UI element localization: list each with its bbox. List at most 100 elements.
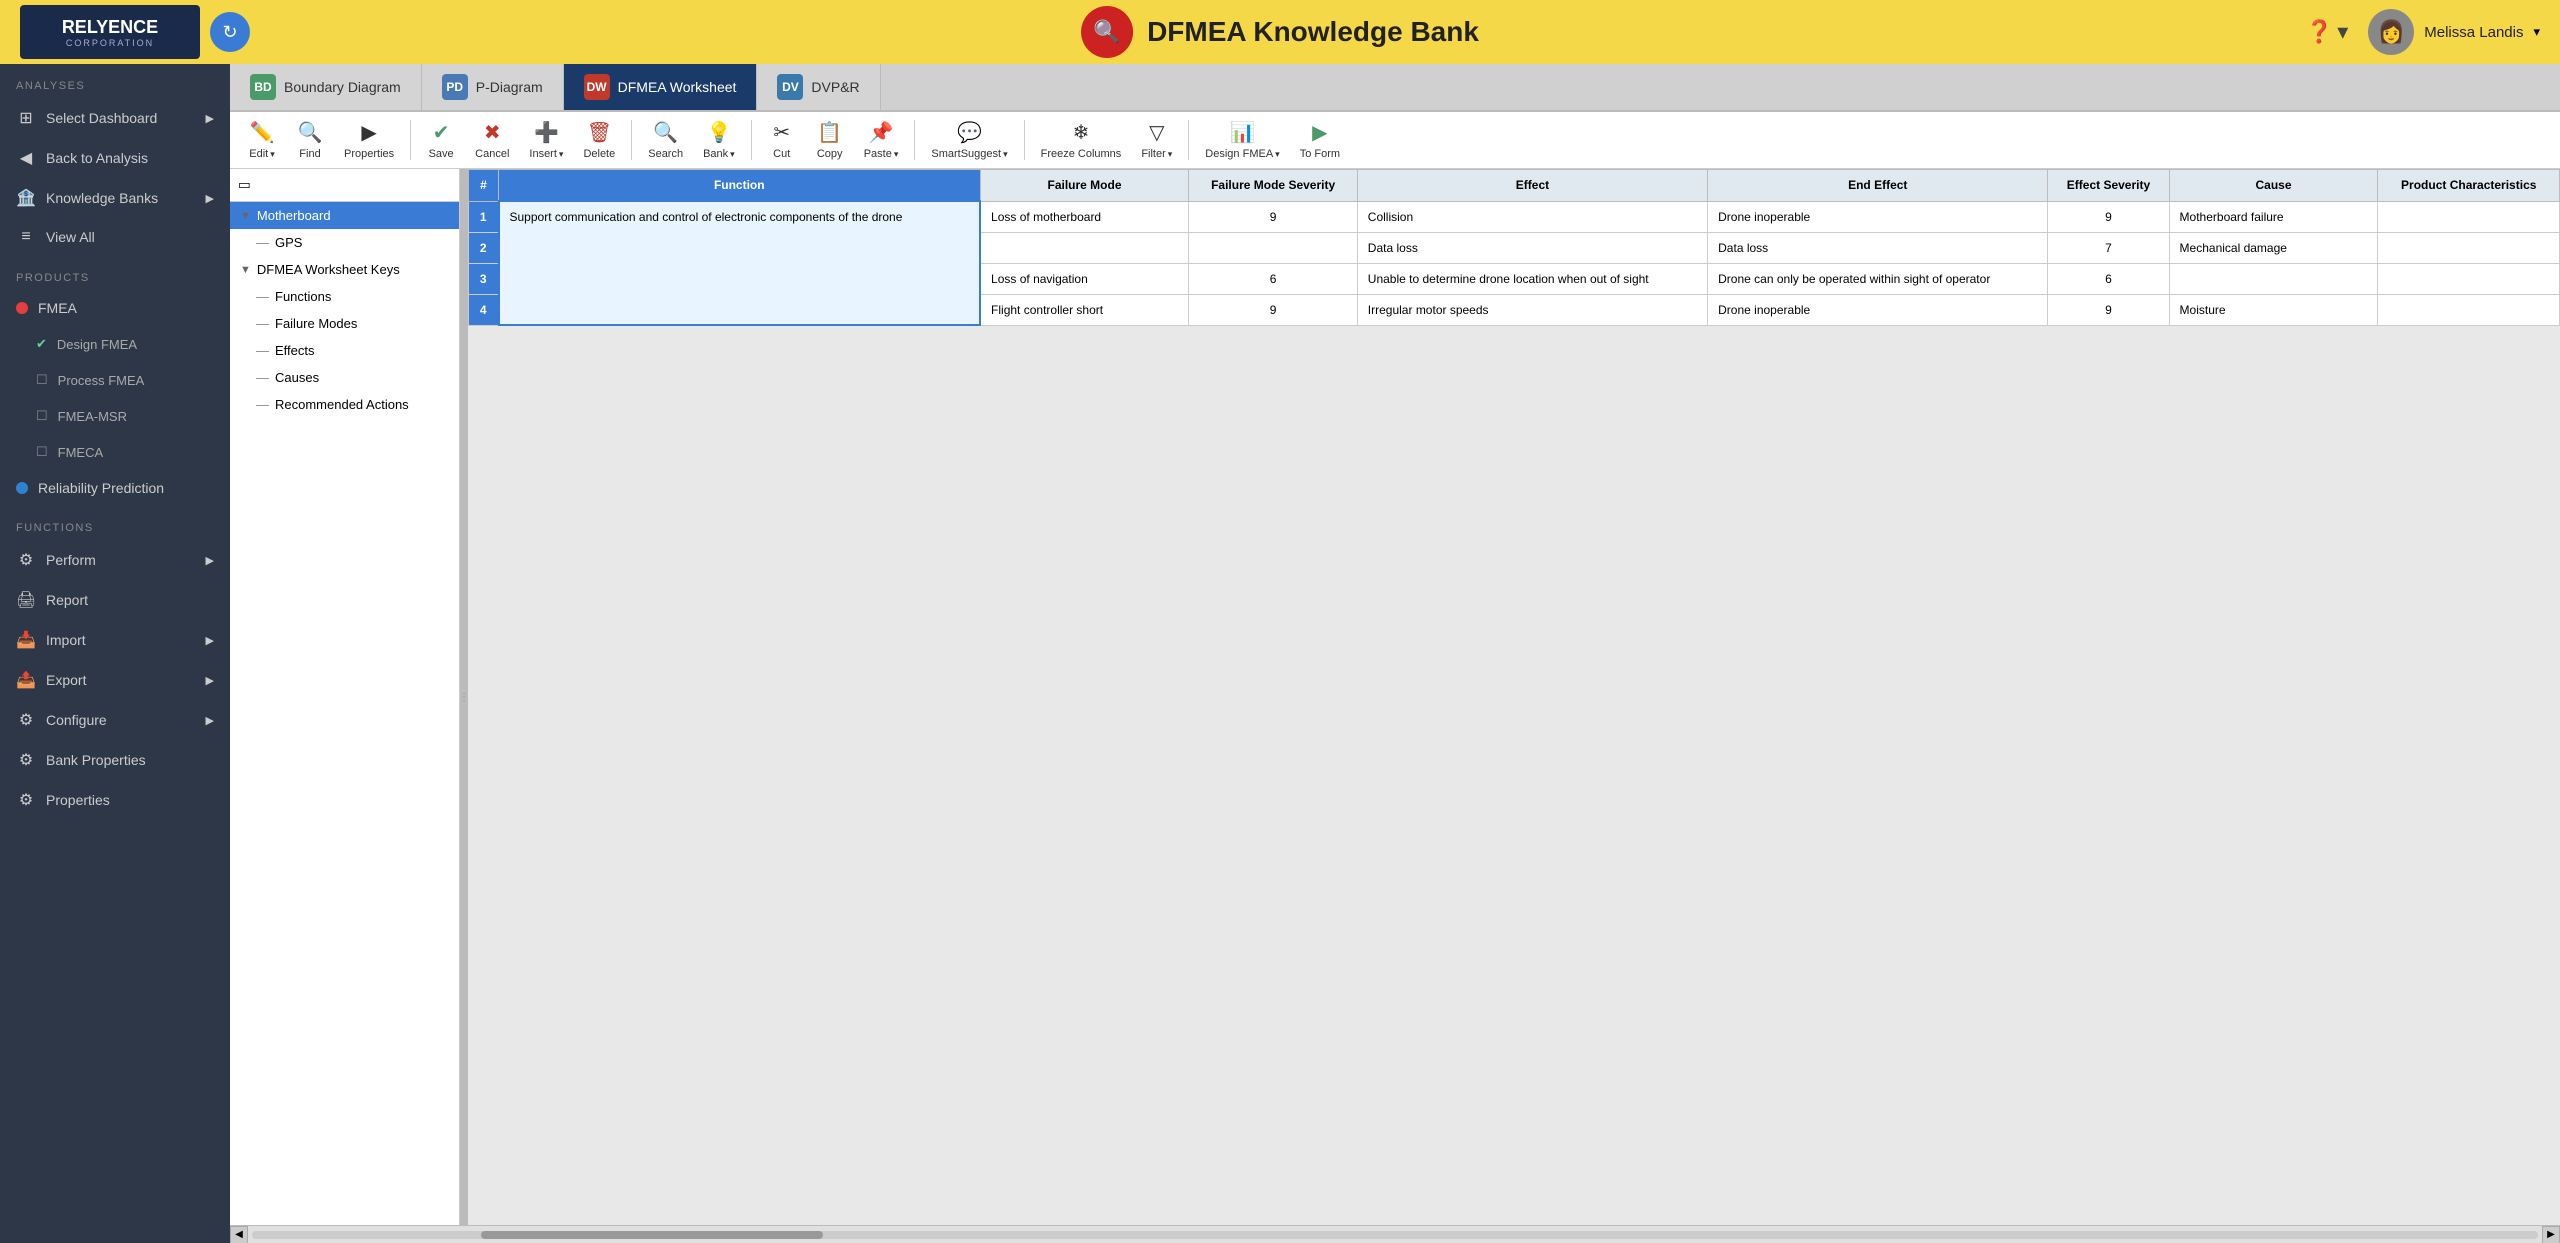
recommended-actions-dash: — — [256, 397, 269, 412]
sidebar-item-reliability-prediction[interactable]: Reliability Prediction — [0, 470, 230, 506]
help-button[interactable]: ❓ ▾ — [2306, 19, 2348, 45]
filter-button[interactable]: ▽ Filter ▾ — [1133, 116, 1180, 164]
tab-p-diagram[interactable]: PD P-Diagram — [422, 64, 564, 110]
row-4-product-char[interactable] — [2378, 294, 2560, 325]
save-icon: ✔ — [433, 120, 450, 145]
save-button[interactable]: ✔ Save — [419, 116, 463, 164]
row-1-end-effect[interactable]: Drone inoperable — [1708, 201, 2048, 232]
nav-back-button[interactable]: ↻ — [210, 12, 250, 52]
row-3-fm-severity[interactable]: 6 — [1189, 263, 1357, 294]
row-1-fm-severity[interactable]: 9 — [1189, 201, 1357, 232]
row-3-cause[interactable] — [2169, 263, 2378, 294]
sidebar-item-bank-properties[interactable]: ⚙ Bank Properties — [0, 740, 230, 780]
insert-label: Insert — [529, 148, 557, 160]
user-area[interactable]: 👩 Melissa Landis ▾ — [2368, 9, 2540, 55]
row-1-cause[interactable]: Motherboard failure — [2169, 201, 2378, 232]
tree-item-dfmea-keys[interactable]: ▼ DFMEA Worksheet Keys — [230, 256, 459, 283]
row-3-product-char[interactable] — [2378, 263, 2560, 294]
tab-dfmea-worksheet[interactable]: DW DFMEA Worksheet — [564, 64, 758, 110]
tree-resize-handle[interactable]: ⋮ — [460, 169, 468, 1225]
smart-suggest-button[interactable]: 💬 SmartSuggest ▾ — [923, 116, 1015, 164]
row-2-effect-severity[interactable]: 7 — [2048, 232, 2169, 263]
cut-button[interactable]: ✂ Cut — [760, 116, 804, 164]
find-button[interactable]: 🔍 Find — [288, 116, 332, 164]
scrollbar-thumb-h[interactable] — [481, 1231, 824, 1239]
paste-button[interactable]: 📌 Paste ▾ — [856, 116, 907, 164]
scroll-right-button[interactable]: ▶ — [2542, 1226, 2560, 1243]
sidebar-item-process-fmea[interactable]: ☐ Process FMEA — [0, 362, 230, 398]
sidebar-item-view-all[interactable]: ≡ View All — [0, 218, 230, 256]
sidebar-item-configure[interactable]: ⚙ Configure ▶ — [0, 700, 230, 740]
row-3-failure-mode[interactable]: Loss of navigation — [980, 263, 1189, 294]
tree-item-recommended-actions[interactable]: — Recommended Actions — [230, 391, 459, 418]
row-1-failure-mode[interactable]: Loss of motherboard — [980, 201, 1189, 232]
tree-item-causes[interactable]: — Causes — [230, 364, 459, 391]
insert-button[interactable]: ➕ Insert ▾ — [521, 116, 571, 164]
sidebar-item-perform[interactable]: ⚙ Perform ▶ — [0, 540, 230, 580]
sidebar-item-knowledge-banks[interactable]: 🏦 Knowledge Banks ▶ — [0, 178, 230, 218]
tree-item-gps[interactable]: — GPS — [230, 229, 459, 256]
row-3-end-effect[interactable]: Drone can only be operated within sight … — [1708, 263, 2048, 294]
bank-label: Bank — [703, 148, 728, 160]
properties-button[interactable]: ▶ Properties — [336, 116, 402, 164]
col-header-function: Function — [499, 170, 981, 202]
tree-item-effects[interactable]: — Effects — [230, 337, 459, 364]
row-1-effect[interactable]: Collision — [1357, 201, 1707, 232]
tree-item-motherboard[interactable]: ▼ Motherboard — [230, 202, 459, 229]
scrollbar-track-h[interactable] — [252, 1231, 2538, 1239]
toolbar-sep-1 — [410, 120, 411, 160]
to-form-button[interactable]: ▶ To Form — [1292, 116, 1348, 164]
row-4-end-effect[interactable]: Drone inoperable — [1708, 294, 2048, 325]
table-wrapper[interactable]: # Function Failure Mode Failure Mode Sev… — [468, 169, 2560, 1225]
row-4-failure-mode[interactable]: Flight controller short — [980, 294, 1189, 325]
tab-dvpr[interactable]: DV DVP&R — [757, 64, 880, 110]
row-1-product-char[interactable] — [2378, 201, 2560, 232]
sidebar-item-fmea-msr[interactable]: ☐ FMEA-MSR — [0, 398, 230, 434]
sidebar-item-back-to-analysis[interactable]: ◀ Back to Analysis — [0, 138, 230, 178]
row-4-cause[interactable]: Moisture — [2169, 294, 2378, 325]
report-icon: 🖨 — [16, 590, 36, 610]
horizontal-scrollbar[interactable]: ◀ ▶ — [230, 1225, 2560, 1243]
search-button[interactable]: 🔍 Search — [640, 116, 691, 164]
tree-item-functions[interactable]: — Functions — [230, 283, 459, 310]
col-header-num: # — [469, 170, 499, 202]
tab-boundary-diagram[interactable]: BD Boundary Diagram — [230, 64, 422, 110]
tree-collapse-all-button[interactable]: ▭ — [234, 173, 255, 197]
cancel-button[interactable]: ✖ Cancel — [467, 116, 517, 164]
sidebar-item-import[interactable]: 📥 Import ▶ — [0, 620, 230, 660]
sidebar-item-report[interactable]: 🖨 Report — [0, 580, 230, 620]
scroll-left-button[interactable]: ◀ — [230, 1226, 248, 1243]
row-3-effect[interactable]: Unable to determine drone location when … — [1357, 263, 1707, 294]
row-1-num[interactable]: 1 — [469, 201, 499, 232]
export-icon: 📤 — [16, 670, 36, 690]
sidebar-item-fmea[interactable]: FMEA — [0, 290, 230, 326]
tree-item-failure-modes[interactable]: — Failure Modes — [230, 310, 459, 337]
sidebar-item-select-dashboard[interactable]: ⊞ Select Dashboard ▶ — [0, 98, 230, 138]
tab-bd-label: Boundary Diagram — [284, 79, 401, 95]
row-2-product-char[interactable] — [2378, 232, 2560, 263]
row-2-cause[interactable]: Mechanical damage — [2169, 232, 2378, 263]
row-3-num[interactable]: 3 — [469, 263, 499, 294]
design-fmea-button[interactable]: 📊 Design FMEA ▾ — [1197, 116, 1287, 164]
row-2-fm-severity[interactable] — [1189, 232, 1357, 263]
bank-button[interactable]: 💡 Bank ▾ — [695, 116, 743, 164]
row-2-effect[interactable]: Data loss — [1357, 232, 1707, 263]
row-4-num[interactable]: 4 — [469, 294, 499, 325]
row-1-function[interactable]: Support communication and control of ele… — [499, 201, 981, 325]
sidebar-item-design-fmea[interactable]: ✔ Design FMEA — [0, 326, 230, 362]
sidebar-item-export[interactable]: 📤 Export ▶ — [0, 660, 230, 700]
row-4-fm-severity[interactable]: 9 — [1189, 294, 1357, 325]
row-2-failure-mode[interactable] — [980, 232, 1189, 263]
row-2-end-effect[interactable]: Data loss — [1708, 232, 2048, 263]
freeze-columns-button[interactable]: ❄ Freeze Columns — [1033, 116, 1130, 164]
delete-button[interactable]: 🗑 Delete — [575, 116, 623, 164]
copy-button[interactable]: 📋 Copy — [808, 116, 852, 164]
row-4-effect[interactable]: Irregular motor speeds — [1357, 294, 1707, 325]
row-2-num[interactable]: 2 — [469, 232, 499, 263]
sidebar-item-properties[interactable]: ⚙ Properties — [0, 780, 230, 820]
row-3-effect-severity[interactable]: 6 — [2048, 263, 2169, 294]
sidebar-item-fmeca[interactable]: ☐ FMECA — [0, 434, 230, 470]
row-4-effect-severity[interactable]: 9 — [2048, 294, 2169, 325]
row-1-effect-severity[interactable]: 9 — [2048, 201, 2169, 232]
edit-button[interactable]: ✏️ Edit ▾ — [240, 116, 284, 164]
